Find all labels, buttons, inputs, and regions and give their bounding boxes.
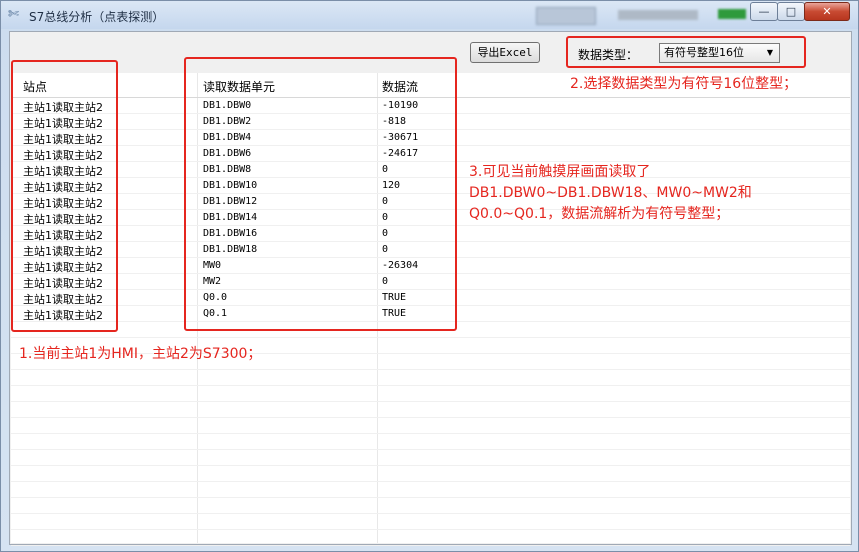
annotation-1: 1.当前主站1为HMI，主站2为S7300；	[19, 346, 262, 362]
table-row[interactable]	[11, 466, 850, 482]
window-title: S7总线分析（点表探测）	[29, 10, 165, 24]
blurred-status-indicator	[718, 9, 746, 19]
table-row[interactable]	[11, 418, 850, 434]
table-row[interactable]	[11, 498, 850, 514]
annotation-2: 2.选择数据类型为有符号16位整型；	[570, 76, 798, 92]
table-row[interactable]	[11, 482, 850, 498]
annotation-3-line2: DB1.DBW0~DB1.DBW18、MW0~MW2和	[469, 185, 752, 201]
highlight-unit-stream-columns	[184, 57, 457, 331]
app-window: ✄ S7总线分析（点表探测） — □ ✕ 导出Excel 数据类型： 有符号整型…	[0, 0, 859, 552]
highlight-station-column	[11, 60, 118, 332]
close-button[interactable]: ✕	[804, 2, 850, 21]
maximize-button[interactable]: □	[777, 2, 805, 21]
export-excel-button[interactable]: 导出Excel	[470, 42, 540, 63]
table-row[interactable]	[11, 386, 850, 402]
table-row[interactable]	[11, 530, 850, 546]
table-row[interactable]	[11, 434, 850, 450]
annotation-3-line3: Q0.0~Q0.1，数据流解析为有符号整型；	[469, 206, 730, 222]
minimize-button[interactable]: —	[750, 2, 778, 21]
table-row[interactable]	[11, 514, 850, 530]
table-row[interactable]	[11, 450, 850, 466]
title-bar[interactable]: ✄ S7总线分析（点表探测） — □ ✕	[1, 1, 858, 31]
table-row[interactable]	[11, 402, 850, 418]
table-row[interactable]	[11, 370, 850, 386]
blurred-taskbar-area	[536, 7, 716, 25]
annotation-3-line1: 3.可见当前触摸屏画面读取了	[469, 164, 651, 180]
tools-icon: ✄	[8, 7, 19, 22]
highlight-data-type	[566, 36, 806, 68]
